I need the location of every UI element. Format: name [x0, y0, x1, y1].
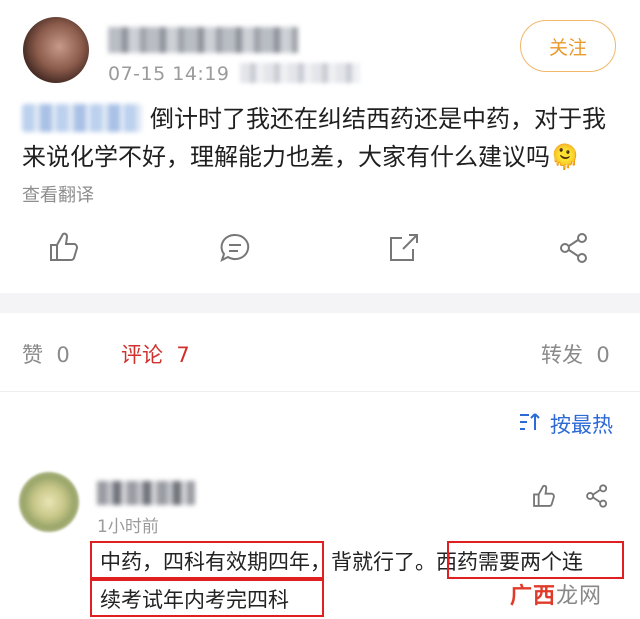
commenter-avatar[interactable]: [19, 472, 79, 532]
highlight-box-1: [90, 541, 324, 579]
author-avatar[interactable]: [23, 17, 89, 83]
author-name-redacted[interactable]: [108, 27, 298, 53]
post-location-redacted: [240, 63, 360, 83]
tab-reposts[interactable]: 转发 0: [541, 339, 610, 369]
watermark-red: 广西: [510, 584, 557, 609]
tab-likes-count: 0: [56, 343, 70, 367]
like-icon[interactable]: [47, 230, 81, 268]
tab-reposts-count: 0: [596, 343, 610, 367]
section-divider: [0, 293, 640, 313]
sort-label: 按最热: [550, 413, 613, 437]
comment-icon[interactable]: [218, 231, 252, 269]
share-out-icon[interactable]: [387, 231, 421, 269]
tab-reposts-label: 转发: [541, 343, 583, 367]
tab-likes[interactable]: 赞 0: [22, 339, 70, 369]
sort-icon: [518, 412, 542, 437]
sort-button[interactable]: 按最热: [518, 409, 613, 439]
tab-comments-count: 7: [176, 343, 190, 367]
follow-button[interactable]: 关注: [520, 20, 616, 72]
post-timestamp: 07-15 14:19: [108, 63, 230, 85]
comment-part-2: ，背就行了。: [310, 550, 436, 574]
stats-separator: [0, 391, 640, 392]
tab-likes-label: 赞: [22, 343, 43, 367]
share-icon[interactable]: [557, 231, 591, 269]
watermark-grey: 龙网: [556, 584, 603, 609]
tab-comments[interactable]: 评论 7: [121, 339, 190, 369]
tab-comments-label: 评论: [121, 343, 163, 367]
comment-like-icon[interactable]: [531, 483, 557, 513]
post-text: 倒计时了我还在纠结西药还是中药，对于我来说化学不好，理解能力也差，大家有什么建议…: [22, 105, 606, 171]
highlight-box-2: [447, 541, 624, 579]
commenter-name-redacted[interactable]: [97, 481, 195, 505]
comment-time: 1小时前: [97, 517, 159, 537]
watermark: 广西龙网: [510, 578, 602, 610]
translate-link[interactable]: 查看翻译: [22, 181, 94, 207]
highlight-box-3: [90, 579, 324, 617]
comment-share-icon[interactable]: [584, 483, 610, 513]
